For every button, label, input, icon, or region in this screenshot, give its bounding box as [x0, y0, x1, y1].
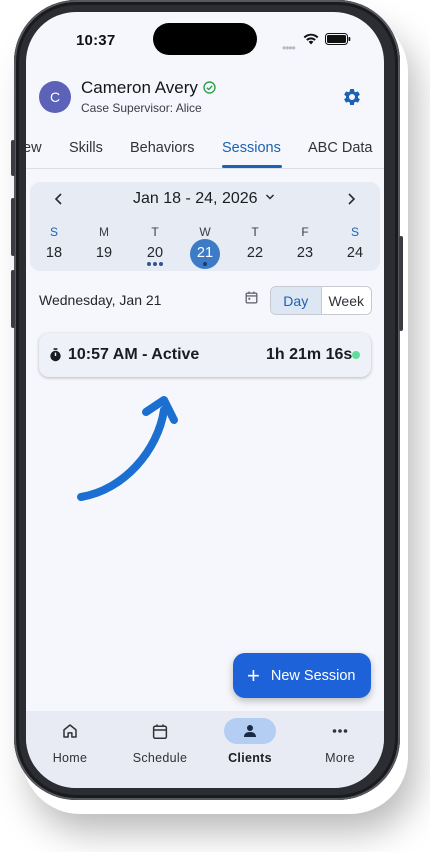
person-icon — [244, 725, 256, 737]
calendar-icon — [152, 723, 168, 739]
day-of-week-wed: W — [199, 225, 211, 239]
phone-action-button — [11, 140, 15, 176]
nav-clients-label: Clients — [228, 751, 272, 765]
nav-home[interactable]: Home — [35, 718, 105, 765]
settings-gear-icon[interactable] — [342, 87, 362, 107]
calendar-icon[interactable] — [244, 290, 259, 305]
nav-home-label: Home — [52, 751, 88, 765]
tab-behaviors[interactable]: Behaviors — [130, 140, 194, 156]
calendar-day-18[interactable]: 18 — [39, 245, 69, 261]
session-elapsed-time: 1h 21m 16s — [266, 346, 353, 363]
nav-more[interactable]: More — [305, 718, 375, 765]
nav-clients-icon-wrap — [224, 718, 276, 744]
week-range-label[interactable]: Jan 18 - 24, 2026 — [133, 190, 258, 208]
verified-check-icon — [203, 81, 216, 94]
next-week-chevron-icon[interactable] — [346, 193, 356, 205]
plus-icon: + — [247, 662, 260, 688]
home-icon — [63, 724, 77, 738]
dynamic-island — [153, 23, 257, 55]
selected-date-label: Wednesday, Jan 21 — [39, 292, 162, 308]
new-session-label: New Session — [270, 667, 356, 684]
stopwatch-icon — [50, 348, 61, 362]
calendar-day-24[interactable]: 24 — [340, 245, 370, 261]
calendar-day-22[interactable]: 22 — [240, 245, 270, 261]
view-toggle: Day Week — [270, 286, 372, 315]
session-start-status: 10:57 AM - Active — [68, 346, 200, 363]
battery-icon — [325, 33, 351, 45]
nav-home-icon-wrap — [44, 718, 96, 744]
calendar-day-19[interactable]: 19 — [89, 245, 119, 261]
event-dot — [147, 262, 151, 266]
nav-schedule-label: Schedule — [132, 751, 188, 765]
client-name: Cameron Avery — [81, 78, 198, 97]
nav-schedule[interactable]: Schedule — [125, 718, 195, 765]
case-supervisor-label: Case Supervisor: Alice — [81, 101, 202, 115]
tab-overview[interactable]: ew — [26, 140, 42, 156]
nav-schedule-icon-wrap — [134, 718, 186, 744]
more-icon — [332, 729, 348, 733]
new-session-button[interactable]: + New Session — [233, 653, 371, 698]
event-dot — [153, 262, 157, 266]
day-of-week-fri: F — [301, 225, 309, 239]
phone-volume-up-button — [11, 198, 15, 256]
day-of-week-mon: M — [99, 225, 109, 239]
phone-power-button — [399, 236, 403, 331]
day-of-week-tue: T — [151, 225, 159, 239]
tabs-divider — [26, 168, 384, 169]
wifi-icon — [303, 33, 319, 45]
phone-volume-down-button — [11, 270, 15, 328]
week-view-button[interactable]: Week — [321, 287, 371, 314]
annotation-arrow — [77, 396, 178, 501]
calendar-day-21-selected[interactable]: 21 — [190, 245, 220, 261]
calendar-day-20[interactable]: 20 — [140, 245, 170, 261]
previous-week-chevron-icon[interactable] — [54, 193, 64, 205]
calendar-day-23[interactable]: 23 — [290, 245, 320, 261]
tab-sessions[interactable]: Sessions — [222, 140, 281, 156]
nav-more-icon-wrap — [314, 718, 366, 744]
tab-skills[interactable]: Skills — [69, 140, 103, 156]
status-time: 10:37 — [76, 32, 116, 49]
live-status-dot — [352, 351, 360, 359]
nav-clients[interactable]: Clients — [215, 718, 285, 765]
day-of-week-thu: T — [251, 225, 259, 239]
day-of-week-sun: S — [49, 225, 58, 239]
nav-more-label: More — [325, 751, 355, 765]
client-avatar: C — [39, 81, 71, 113]
event-dot — [203, 262, 207, 266]
event-dot — [159, 262, 163, 266]
tab-abc-data[interactable]: ABC Data — [308, 140, 372, 156]
phone-screen: 10:37 •••• C Cameron Avery Case Supervis… — [26, 12, 384, 788]
day-of-week-sat: S — [350, 225, 359, 239]
cellular-signal-icon: •••• — [282, 41, 296, 55]
day-view-button[interactable]: Day — [271, 287, 322, 314]
chevron-down-icon[interactable] — [265, 190, 275, 204]
